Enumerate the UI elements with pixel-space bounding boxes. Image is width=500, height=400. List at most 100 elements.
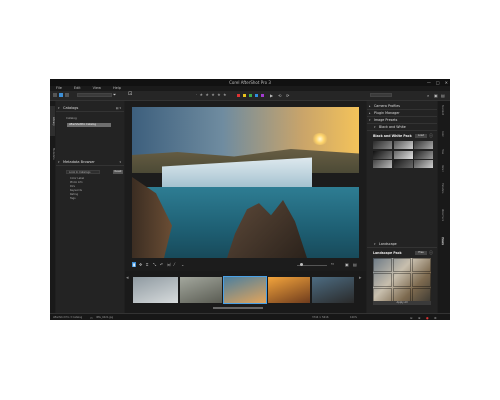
color-label-green[interactable] [249,94,252,97]
catalog-menu-icon[interactable]: ▤ ▾ [116,106,121,110]
thumbnail-selected[interactable] [223,276,267,304]
rotate-right-icon[interactable]: ⟳ [286,93,289,98]
info-icon[interactable]: ⓘ [429,133,433,139]
section-image-presets[interactable]: ▾ Image Presets [367,117,437,124]
filter-icon[interactable]: ⏷ [113,92,116,97]
bw-preset-thumbnail[interactable] [393,150,413,159]
info-icon[interactable]: ⓘ [429,250,433,256]
thumbnail[interactable] [312,277,354,303]
thumbnail[interactable] [133,277,178,303]
slideshow-icon[interactable]: ▶ [270,93,273,98]
tab-detail[interactable]: Detail [441,165,444,171]
tab-library[interactable]: Library [50,106,55,136]
bw-preset-thumbnail[interactable] [373,141,392,149]
viewer-tools: ▮ ✥ ⌗ ⤡ ↶ 🗐 ⁄ ⌄ Fit ▣ ▤ [132,262,359,268]
bw-preset-thumbnail[interactable] [393,160,413,168]
zoom-in-icon[interactable]: ⊕ [418,316,421,320]
catalogs-header[interactable]: ▾ Catalogs ▤ ▾ [56,105,124,112]
metadata-browser-header[interactable]: ▾ Metadata Browser ▾ [56,159,124,166]
section-plugin-manager[interactable]: ▸ Plugin Manager [367,110,437,117]
metadata-item[interactable]: Photo Info [70,181,83,184]
catalog-row[interactable]: Catalog [66,116,77,120]
compare-view-icon[interactable] [65,93,69,97]
left-panel: ▾ Catalogs ▤ ▾ Catalog AfterShotPro Cata… [56,101,124,313]
collapse-arrow-icon: ▾ [58,106,60,110]
rotate-left-icon[interactable]: ⟲ [278,93,281,98]
bw-pack-button[interactable]: Load [415,134,427,138]
alert-icon[interactable]: ● [426,316,429,320]
catalog-selected-item[interactable]: AfterShotPro Catalog [67,123,111,127]
single-view-icon[interactable] [59,93,63,97]
main-toolbar: ⏷ ⊡ · ★ ★ ★ ★ ★ ▶ ⟲ ⟳ ⌕ ▣ ▤ [50,91,450,101]
metadata-item[interactable]: Color Label [70,177,84,180]
settings-icon[interactable]: ⚙ [434,316,437,320]
filmstrip-scrollbar[interactable] [213,307,263,309]
toolbar-search-input[interactable] [77,93,112,97]
search-icon[interactable]: ⌕ [427,93,429,98]
zoom-out-icon[interactable]: ⊖ [410,316,413,320]
layout-icon[interactable]: ▣ [434,93,438,98]
metadata-reset-button[interactable]: Reset [113,170,123,174]
tab-watermark[interactable]: Watermark [441,209,444,221]
thumbnail[interactable] [180,277,222,303]
straighten-tool-icon[interactable]: ⤡ [153,262,156,267]
metadata-item[interactable]: Dirs [70,185,75,188]
landscape-pack-title: Landscape Pack [373,251,402,255]
bw-preset-thumbnail[interactable] [393,141,413,149]
color-label-yellow[interactable] [243,94,246,97]
metadata-search-field[interactable]: Look In Catalogs [66,170,100,174]
panel-icon[interactable]: ▤ [441,93,445,98]
pan-tool-icon[interactable]: ✥ [139,262,142,267]
select-tool-icon[interactable]: ▮ [132,262,136,267]
bw-preset-thumbnail[interactable] [414,141,433,149]
subsection-black-and-white[interactable]: ▾ Black and White [367,124,437,131]
panel-menu-icon[interactable]: ▾ [119,160,121,164]
main-photo[interactable] [132,107,359,258]
filmstrip-right-arrow-icon[interactable]: ▸ [359,275,362,281]
tab-tone[interactable]: Tone [441,149,444,154]
crop-tool-icon[interactable]: ⌗ [146,262,148,267]
more-tools-icon[interactable]: ⌄ [181,262,184,267]
color-label-blue[interactable] [255,94,258,97]
maximize-button[interactable]: □ [436,80,440,85]
grid-view-icon[interactable] [53,93,57,97]
preset-search-input[interactable] [370,93,392,97]
tab-metadata-right[interactable]: Metadata [441,183,444,193]
bw-preset-thumbnail[interactable] [414,160,433,168]
export-icon[interactable]: ⊡ [128,91,132,97]
window-controls: — □ ✕ [427,80,448,85]
collapse-arrow-icon: ▾ [58,160,60,164]
metadata-item[interactable]: Tags [70,197,76,200]
tab-metadata[interactable]: Metadata [50,139,55,169]
bw-preset-thumbnail[interactable] [414,150,433,159]
tab-presets[interactable]: Presets [441,237,444,245]
bw-preset-grid [373,141,433,168]
close-button[interactable]: ✕ [445,80,448,85]
color-label-red[interactable] [237,94,240,97]
tab-color[interactable]: Color [441,131,444,137]
compare-icon[interactable]: 🗐 [167,262,171,269]
tab-standard[interactable]: Standard [441,105,444,115]
apply-all-button[interactable]: Apply All [373,301,431,305]
color-label-purple[interactable] [261,94,264,97]
section-camera-profiles[interactable]: ▸ Camera Profiles [367,103,437,110]
fit-view-icon[interactable]: ▣ [345,262,349,267]
undo-icon[interactable]: ↶ [160,262,163,267]
filmstrip-left-arrow-icon[interactable]: ◂ [126,275,129,281]
status-bar: AfterShot Pro 3 Catalog ▭ IMG_0421.jpg 3… [50,313,450,320]
thumbnail[interactable] [268,277,310,303]
status-dimensions: 3744 × 5616 [312,315,329,319]
fullscreen-icon[interactable]: ▤ [353,262,357,267]
landscape-pack-button[interactable]: Free [415,251,427,255]
rating-stars[interactable]: · ★ ★ ★ ★ ★ [196,92,227,97]
zoom-slider-handle[interactable] [300,263,303,266]
subsection-landscape[interactable]: ▾ Landscape [367,241,437,248]
brush-tool-icon[interactable]: ⁄ [174,262,175,267]
minimize-button[interactable]: — [427,80,431,85]
landscape-preset-preview[interactable] [373,258,431,302]
bw-preset-thumbnail[interactable] [373,160,392,168]
metadata-item[interactable]: Keywords [70,189,82,192]
subsection-label: Landscape [379,242,397,246]
metadata-item[interactable]: Rating [70,193,78,196]
bw-preset-thumbnail[interactable] [373,150,392,159]
